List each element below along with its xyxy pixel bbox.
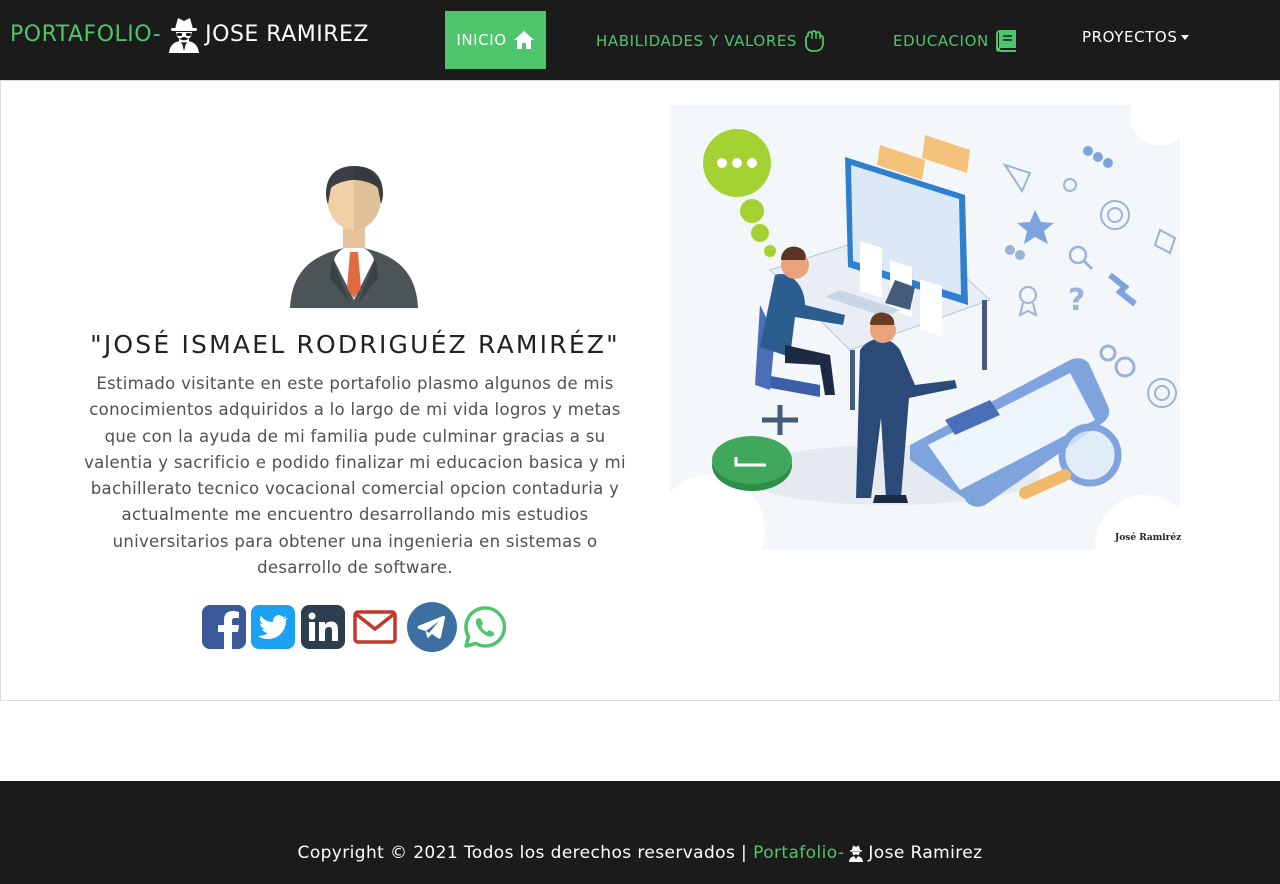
twitter-icon — [251, 605, 295, 649]
user-secret-icon — [849, 845, 864, 862]
navbar: PORTAFOLIO- JOSE RAMIREZ INICIO HABILIDA… — [0, 0, 1280, 80]
illustration-signature: José Ramiréz — [1115, 533, 1182, 543]
telegram-link[interactable] — [406, 601, 458, 657]
footer-brand-prefix[interactable]: Portafolio- — [753, 843, 844, 863]
hand-rock-icon — [805, 30, 824, 52]
whatsapp-icon — [464, 606, 507, 648]
twitter-link[interactable] — [251, 605, 295, 653]
social-links — [200, 601, 520, 653]
brand-name: JOSE RAMIREZ — [205, 21, 369, 47]
brand-prefix: PORTAFOLIO- — [10, 21, 162, 47]
footer-copyright: Copyright © 2021 Todos los derechos rese… — [297, 843, 748, 863]
nav-inicio-label: INICIO — [456, 31, 507, 49]
svg-text:?: ? — [1068, 283, 1085, 318]
profile-bio: Estimado visitante en este portafolio pl… — [84, 374, 626, 578]
facebook-icon — [202, 605, 246, 649]
nav-educacion[interactable]: EDUCACION — [893, 26, 1017, 56]
avatar — [290, 166, 418, 308]
linkedin-link[interactable] — [301, 605, 345, 653]
nav-proyectos-label: PROYECTOS — [1082, 28, 1178, 46]
linkedin-icon — [301, 605, 345, 649]
footer-brand-name: Jose Ramirez — [868, 843, 983, 863]
whatsapp-link[interactable] — [463, 605, 507, 653]
email-link[interactable] — [353, 609, 397, 649]
user-secret-icon — [169, 18, 200, 53]
facebook-link[interactable] — [202, 605, 246, 653]
nav-proyectos-dropdown[interactable]: PROYECTOS — [1082, 24, 1190, 50]
nav-habilidades[interactable]: HABILIDADES Y VALORES — [596, 26, 825, 56]
footer: Copyright © 2021 Todos los derechos rese… — [0, 781, 1280, 884]
book-icon — [995, 30, 1016, 52]
nav-educacion-label: EDUCACION — [893, 32, 989, 50]
nav-inicio[interactable]: INICIO — [445, 11, 546, 69]
profile-name: "JOSÉ ISMAEL RODRIGUÉZ RAMIRÉZ" — [90, 330, 620, 359]
footer-text: Copyright © 2021 Todos los derechos rese… — [0, 843, 1280, 863]
telegram-icon — [407, 602, 457, 652]
home-icon — [513, 31, 534, 49]
hero-illustration: ? — [670, 105, 1180, 549]
brand-link[interactable]: PORTAFOLIO- JOSE RAMIREZ — [10, 14, 369, 54]
caret-down-icon — [1181, 34, 1190, 40]
nav-habilidades-label: HABILIDADES Y VALORES — [596, 32, 798, 50]
email-icon — [353, 610, 397, 644]
